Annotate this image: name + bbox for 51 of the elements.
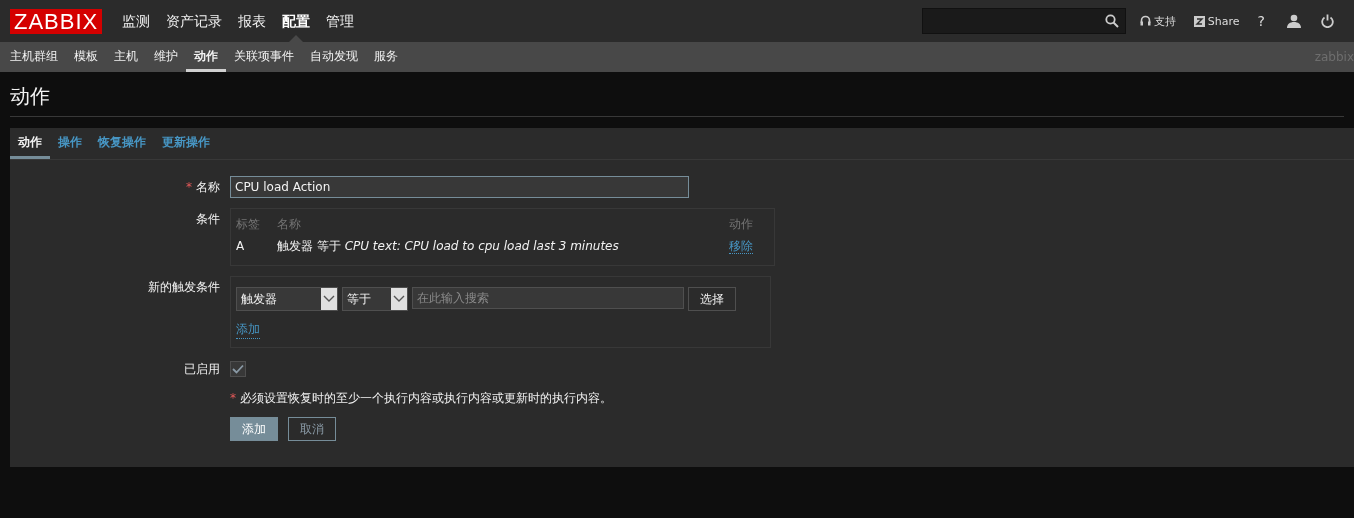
- main-menu-item[interactable]: 资产记录: [158, 0, 231, 42]
- search-input[interactable]: 在此输入搜索: [412, 287, 684, 309]
- field-label: 名称: [196, 180, 220, 194]
- sub-menu-item[interactable]: 主机: [106, 42, 146, 72]
- required-mark: *: [230, 391, 236, 405]
- caret-icon: [391, 288, 407, 310]
- sub-menu-item[interactable]: 自动发现: [302, 42, 366, 72]
- type-select[interactable]: 触发器: [236, 287, 338, 311]
- help-link[interactable]: ?: [1257, 13, 1265, 29]
- share-link[interactable]: Share: [1193, 14, 1240, 28]
- tab[interactable]: 动作: [10, 128, 50, 159]
- name-input[interactable]: CPU load Action: [230, 176, 689, 198]
- field-label: 已启用: [184, 362, 220, 376]
- table-cell-text: 触发器 等于 CPU text: CPU load to cpu load last 3 minutes: [277, 238, 620, 255]
- cancel-button[interactable]: 取消: [288, 417, 336, 441]
- column-header: 动作: [729, 216, 754, 233]
- search-icon[interactable]: [1104, 14, 1119, 28]
- sub-menu-item[interactable]: 服务: [366, 42, 406, 72]
- main-menu-item[interactable]: 监测: [114, 0, 159, 42]
- user-icon[interactable]: [1287, 14, 1301, 28]
- required-mark: *: [186, 180, 192, 194]
- tab[interactable]: 恢复操作: [90, 128, 154, 159]
- zabbix-logo[interactable]: ZABBIX: [10, 8, 103, 34]
- main-menu-item[interactable]: 报表: [230, 0, 275, 42]
- search-field[interactable]: [921, 8, 1126, 34]
- column-header: 标签: [236, 216, 261, 233]
- enabled-checkbox[interactable]: [230, 361, 246, 377]
- sub-menu-item[interactable]: 模板: [66, 42, 106, 72]
- power-icon[interactable]: [1321, 14, 1334, 28]
- sub-menu-item[interactable]: 主机群组: [2, 42, 66, 72]
- support-link[interactable]: 支持: [1139, 13, 1176, 29]
- page-title: 动作: [10, 72, 1344, 117]
- field-label: 条件: [196, 212, 220, 226]
- sub-menu-item[interactable]: 维护: [146, 42, 186, 72]
- tab[interactable]: 操作: [50, 128, 90, 159]
- caret-icon: [321, 288, 337, 310]
- operator-select[interactable]: 等于: [342, 287, 408, 311]
- select-button[interactable]: 选择: [688, 287, 736, 311]
- main-menu-item[interactable]: 配置: [274, 0, 319, 42]
- tab[interactable]: 更新操作: [154, 128, 218, 159]
- column-header: 名称: [277, 216, 302, 233]
- headset-icon: [1139, 15, 1151, 27]
- add-link[interactable]: 添加: [236, 321, 260, 339]
- required-note: 必须设置恢复时的至少一个执行内容或执行内容或更新时的执行内容。: [240, 391, 612, 405]
- table-cell-text: A: [236, 238, 246, 255]
- main-menu-item[interactable]: 管理: [318, 0, 363, 42]
- sub-menu-item[interactable]: 关联项事件: [226, 42, 302, 72]
- field-label: 新的触发条件: [148, 280, 220, 294]
- share-logo-icon: [1193, 15, 1205, 27]
- remove-link[interactable]: 移除: [729, 239, 753, 254]
- sub-menu-item[interactable]: 动作: [186, 42, 226, 72]
